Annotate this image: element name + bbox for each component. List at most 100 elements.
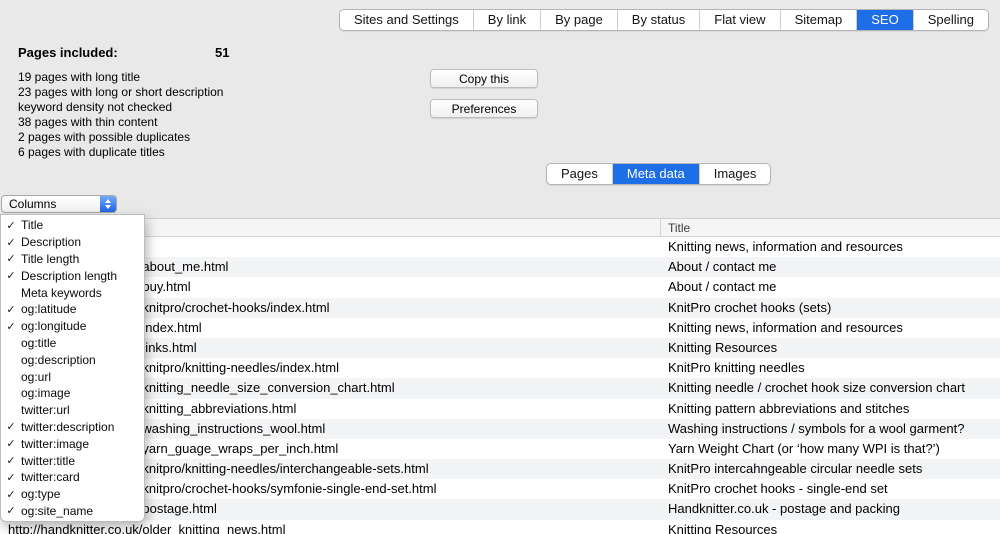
table-row[interactable]: http://handknitter.co.ukKnitting news, i… <box>0 237 1000 257</box>
tab-pages[interactable]: Pages <box>547 164 612 184</box>
cell-title: KnitPro crochet hooks (sets) <box>668 298 1000 318</box>
dropdown-item-twitter-card[interactable]: ✓twitter:card <box>1 469 144 486</box>
dropdown-item-label: twitter:description <box>21 420 114 434</box>
dropdown-item-twitter-title[interactable]: ✓twitter:title <box>1 452 144 469</box>
summary-line: 6 pages with duplicate titles <box>18 145 223 160</box>
dropdown-item-label: Description length <box>21 269 117 283</box>
table-row[interactable]: http://handknitter.co.uk/knitpro/knittin… <box>0 459 1000 479</box>
cell-title: KnitPro knitting needles <box>668 358 1000 378</box>
app-window: Sites and SettingsBy linkBy pageBy statu… <box>0 0 1000 534</box>
dropdown-item-og-latitude[interactable]: ✓og:latitude <box>1 301 144 318</box>
dropdown-item-og-url[interactable]: og:url <box>1 368 144 385</box>
dropdown-item-og-site-name[interactable]: ✓og:site_name <box>1 503 144 520</box>
dropdown-item-og-longitude[interactable]: ✓og:longitude <box>1 318 144 335</box>
dropdown-item-description-length[interactable]: ✓Description length <box>1 267 144 284</box>
tab-spelling[interactable]: Spelling <box>913 10 988 30</box>
dropdown-item-meta-keywords[interactable]: Meta keywords <box>1 284 144 301</box>
checkmark-icon: ✓ <box>1 236 21 249</box>
summary-lines: 19 pages with long title23 pages with lo… <box>18 70 223 160</box>
tab-seo[interactable]: SEO <box>856 10 912 30</box>
columns-dropdown-button[interactable]: Columns <box>1 195 117 213</box>
cell-title: Knitting pattern abbreviations and stitc… <box>668 399 1000 419</box>
cell-title: KnitPro crochet hooks - single-end set <box>668 479 1000 499</box>
tab-meta-data[interactable]: Meta data <box>612 164 699 184</box>
table-row[interactable]: http://handknitter.co.uk/knitpro/crochet… <box>0 479 1000 499</box>
cell-title: About / contact me <box>668 257 1000 277</box>
view-tab-bar: PagesMeta dataImages <box>546 163 771 185</box>
checkmark-icon: ✓ <box>1 420 21 433</box>
tab-by-status[interactable]: By status <box>617 10 699 30</box>
pages-included-label: Pages included: <box>18 45 118 60</box>
summary-line: 2 pages with possible duplicates <box>18 130 223 145</box>
summary-line: 38 pages with thin content <box>18 115 223 130</box>
dropdown-item-title-length[interactable]: ✓Title length <box>1 251 144 268</box>
dropdown-item-og-title[interactable]: og:title <box>1 335 144 352</box>
table-body: http://handknitter.co.ukKnitting news, i… <box>0 237 1000 534</box>
copy-this-button[interactable]: Copy this <box>430 69 538 88</box>
preferences-button[interactable]: Preferences <box>430 99 538 118</box>
dropdown-item-label: Meta keywords <box>21 286 102 300</box>
dropdown-item-title[interactable]: ✓Title <box>1 217 144 234</box>
dropdown-item-label: og:longitude <box>21 319 86 333</box>
column-divider <box>660 219 661 236</box>
cell-title: About / contact me <box>668 277 1000 297</box>
tab-by-link[interactable]: By link <box>473 10 540 30</box>
table-row[interactable]: http://handknitter.co.uk/knitpro/knittin… <box>0 358 1000 378</box>
table-row[interactable]: http://handknitter.co.uk/about_me.htmlAb… <box>0 257 1000 277</box>
checkmark-icon: ✓ <box>1 504 21 517</box>
dropdown-item-label: twitter:image <box>21 437 89 451</box>
tab-flat-view[interactable]: Flat view <box>699 10 779 30</box>
table-row[interactable]: http://handknitter.co.uk/index.htmlKnitt… <box>0 318 1000 338</box>
dropdown-item-label: og:type <box>21 487 60 501</box>
checkmark-icon: ✓ <box>1 454 21 467</box>
columns-dropdown-menu: ✓Title✓Description✓Title length✓Descript… <box>0 214 145 522</box>
summary-line: 19 pages with long title <box>18 70 223 85</box>
dropdown-item-og-description[interactable]: og:description <box>1 351 144 368</box>
columns-dropdown-label: Columns <box>2 196 100 212</box>
table-row[interactable]: http://handknitter.co.uk/older_knitting_… <box>0 520 1000 534</box>
checkmark-icon: ✓ <box>1 488 21 501</box>
dropdown-item-og-image[interactable]: og:image <box>1 385 144 402</box>
dropdown-item-label: Title length <box>21 252 79 266</box>
cell-title: Washing instructions / symbols for a woo… <box>668 419 1000 439</box>
dropdown-item-description[interactable]: ✓Description <box>1 234 144 251</box>
cell-title: Knitting news, information and resources <box>668 318 1000 338</box>
table-row[interactable]: http://handknitter.co.uk/postage.htmlHan… <box>0 499 1000 519</box>
cell-title: Yarn Weight Chart (or ‘how many WPI is t… <box>668 439 1000 459</box>
dropdown-item-label: twitter:url <box>21 403 70 417</box>
checkmark-icon: ✓ <box>1 219 21 232</box>
dropdown-item-twitter-image[interactable]: ✓twitter:image <box>1 435 144 452</box>
dropdown-item-og-type[interactable]: ✓og:type <box>1 486 144 503</box>
table-row[interactable]: http://handknitter.co.uk/knitpro/crochet… <box>0 298 1000 318</box>
tab-sites-and-settings[interactable]: Sites and Settings <box>340 10 473 30</box>
dropdown-item-twitter-url[interactable]: twitter:url <box>1 402 144 419</box>
column-header-title[interactable]: Title <box>668 219 690 237</box>
dropdown-item-label: Description <box>21 235 81 249</box>
cell-title: Knitting Resources <box>668 520 1000 534</box>
table-row[interactable]: http://handknitter.co.uk/knitting_abbrev… <box>0 399 1000 419</box>
table-row[interactable]: http://handknitter.co.uk/washing_instruc… <box>0 419 1000 439</box>
table-row[interactable]: http://handknitter.co.uk/buy.htmlAbout /… <box>0 277 1000 297</box>
table-header: Title <box>0 218 1000 237</box>
tab-by-page[interactable]: By page <box>540 10 617 30</box>
dropdown-item-label: og:site_name <box>21 504 93 518</box>
tab-sitemap[interactable]: Sitemap <box>780 10 857 30</box>
summary-line: 23 pages with long or short description <box>18 85 223 100</box>
main-tab-bar: Sites and SettingsBy linkBy pageBy statu… <box>339 9 989 31</box>
dropdown-item-twitter-description[interactable]: ✓twitter:description <box>1 419 144 436</box>
tab-images[interactable]: Images <box>699 164 771 184</box>
cell-title: Knitting news, information and resources <box>668 237 1000 257</box>
checkmark-icon: ✓ <box>1 269 21 282</box>
dropdown-item-label: og:image <box>21 386 70 400</box>
table-row[interactable]: http://handknitter.co.uk/knitting_needle… <box>0 378 1000 398</box>
checkmark-icon: ✓ <box>1 437 21 450</box>
checkmark-icon: ✓ <box>1 252 21 265</box>
table-row[interactable]: http://handknitter.co.uk/links.htmlKnitt… <box>0 338 1000 358</box>
pages-included-value: 51 <box>215 45 229 60</box>
table-row[interactable]: http://handknitter.co.uk/yarn_guage_wrap… <box>0 439 1000 459</box>
checkmark-icon: ✓ <box>1 471 21 484</box>
dropdown-item-label: twitter:title <box>21 454 75 468</box>
summary-line: keyword density not checked <box>18 100 223 115</box>
dropdown-item-label: og:description <box>21 353 96 367</box>
dropdown-item-label: og:url <box>21 370 51 384</box>
